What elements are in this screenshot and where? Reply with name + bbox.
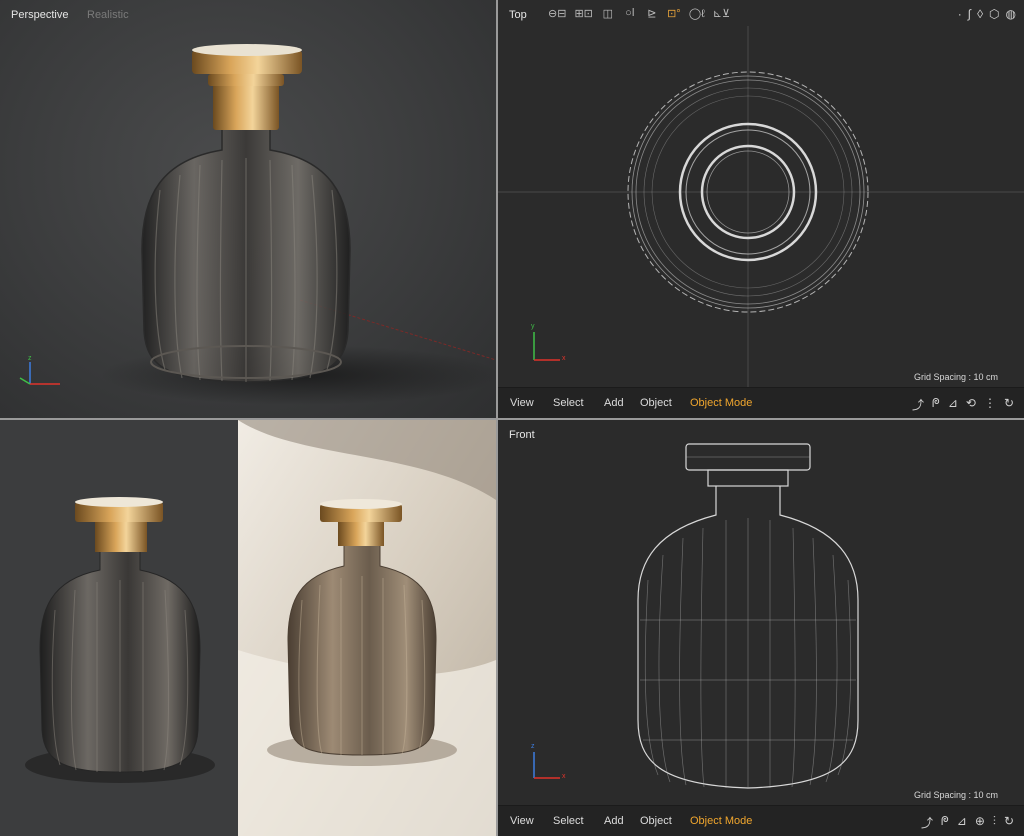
proportional-icon[interactable]: ⊕ — [975, 814, 985, 831]
y-axis-label: y — [531, 323, 535, 330]
mode-selector[interactable]: Object Mode — [690, 815, 752, 827]
layers-icon[interactable]: ◫ — [601, 7, 615, 20]
frame-icon[interactable]: ⊖⊟ — [548, 7, 566, 20]
overlay-icon[interactable]: ⫶ — [993, 814, 996, 831]
transform-icon[interactable]: ⤴ — [921, 814, 933, 831]
proportional-icon[interactable]: ⟲ — [966, 396, 976, 413]
overlay-icon[interactable]: ⋮ — [984, 396, 996, 413]
menu-object[interactable]: Object — [640, 397, 672, 409]
snap-icon[interactable]: ⊿ — [957, 814, 967, 831]
menu-select[interactable]: Select — [553, 815, 584, 827]
front-viewport[interactable]: Front z x Grid Spacing : 10 cm View Sele… — [498, 420, 1024, 836]
viewport-toolbar: ⊖⊟ ⊞⊡ ◫ ○ǀ ⊵ ⊡° ◯ℓ ⊾⊻ — [548, 7, 730, 20]
viewport-title[interactable]: Front — [509, 429, 535, 441]
perspective-viewport[interactable]: Perspective Realistic z — [0, 0, 496, 418]
menu-add[interactable]: Add — [604, 397, 624, 409]
snap-icon[interactable]: ⊿ — [948, 396, 958, 413]
ring-icon[interactable]: ◯ℓ — [689, 7, 705, 20]
dot-icon[interactable]: · — [958, 7, 962, 21]
x-axis-label: x — [562, 355, 566, 362]
menubar-tools: ⤴ ᖘ ⊿ ⟲ ⋮ ↻ — [912, 396, 1014, 413]
shading-mode-label[interactable]: Realistic — [87, 9, 129, 21]
transform-icon[interactable]: ⤴ — [912, 396, 924, 413]
menu-object[interactable]: Object — [640, 815, 672, 827]
axis-gizmo — [19, 362, 60, 385]
drop-icon[interactable]: ◊ — [977, 7, 983, 21]
edit-icon[interactable]: ⊵ — [645, 7, 659, 20]
x-axis-label: x — [562, 773, 566, 780]
viewport-menubar: View Select Add Object Object Mode ⤴ ᖘ ⊿… — [498, 805, 1024, 836]
render-preview — [0, 420, 496, 836]
z-axis-label: z — [28, 355, 32, 362]
split-icon[interactable]: ⊞⊡ — [574, 7, 592, 20]
viewport-right-tools: · ∫ ◊ ⬡ ◍ — [958, 7, 1016, 21]
lock-icon[interactable]: ⊡° — [667, 7, 681, 20]
viewport-title[interactable]: Perspective — [11, 9, 68, 21]
z-axis-label: z — [531, 743, 535, 750]
grid-spacing-label: Grid Spacing : 10 cm — [913, 790, 998, 800]
mode-selector[interactable]: Object Mode — [690, 397, 752, 409]
pivot-icon[interactable]: ᖘ — [941, 814, 949, 831]
circle-icon[interactable]: ○ǀ — [623, 7, 637, 20]
render-image — [0, 420, 496, 836]
menu-add[interactable]: Add — [604, 815, 624, 827]
menu-view[interactable]: View — [510, 815, 534, 827]
cube-icon[interactable]: ⬡ — [989, 7, 999, 21]
front-wireframe — [533, 443, 859, 789]
refresh-icon[interactable]: ↻ — [1004, 814, 1014, 831]
menu-select[interactable]: Select — [553, 397, 584, 409]
viewport-title[interactable]: Top — [509, 9, 527, 21]
top-viewport[interactable]: Top ⊖⊟ ⊞⊡ ◫ ○ǀ ⊵ ⊡° ◯ℓ ⊾⊻ · ∫ ◊ ⬡ ◍ y x … — [498, 0, 1024, 418]
top-wireframe — [498, 26, 1024, 388]
menu-view[interactable]: View — [510, 397, 534, 409]
grid-spacing-label: Grid Spacing : 10 cm — [913, 372, 998, 382]
curve-icon[interactable]: ∫ — [968, 7, 971, 21]
refresh-icon[interactable]: ↻ — [1004, 396, 1014, 413]
render-icon[interactable]: ◍ — [1006, 7, 1016, 21]
menubar-tools: ⤴ ᖘ ⊿ ⊕ ⫶ ↻ — [921, 814, 1014, 831]
bend-icon[interactable]: ⊾⊻ — [713, 7, 730, 20]
viewport-menubar: View Select Add Object Object Mode ⤴ ᖘ ⊿… — [498, 387, 1024, 418]
pivot-icon[interactable]: ᖘ — [932, 396, 940, 413]
